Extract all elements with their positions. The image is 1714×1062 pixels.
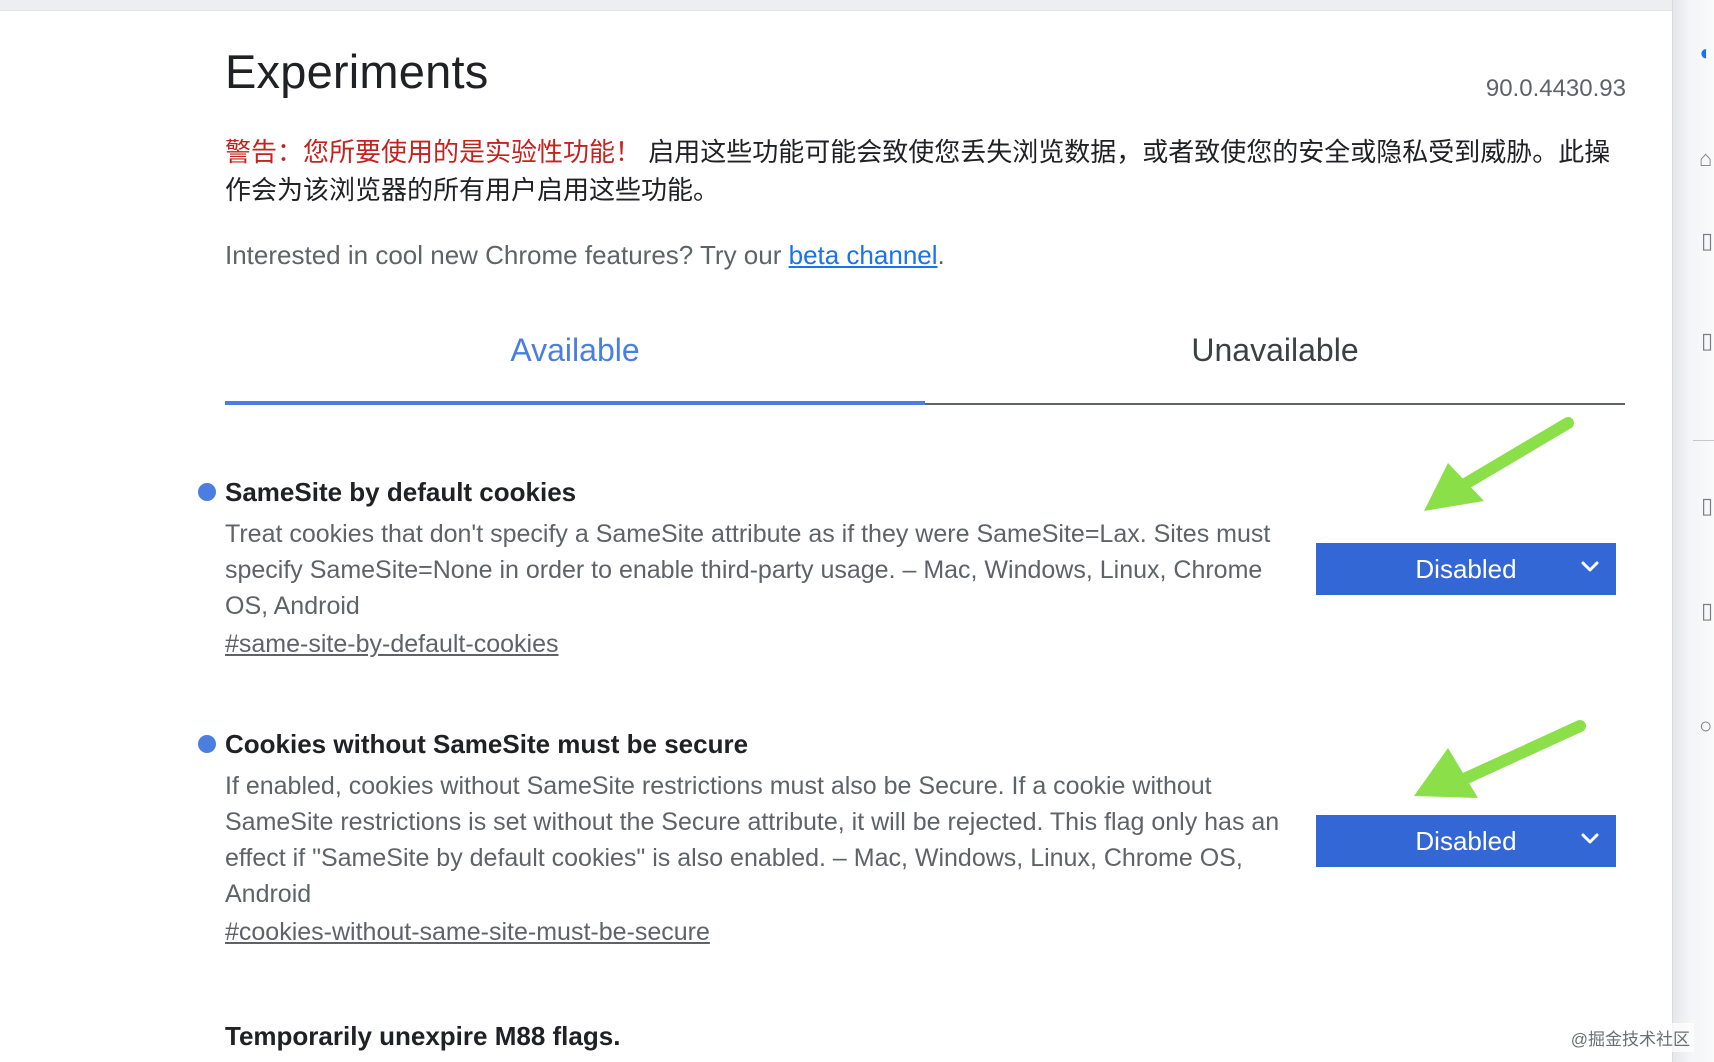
warning-highlight: 警告：您所要使用的是实验性功能！ [225,137,642,167]
browser-top-strip [0,0,1672,11]
page-title: Experiments [225,45,489,98]
tab-active-indicator [225,401,925,405]
clipboard-icon[interactable]: ▯ [1701,600,1713,622]
flag-state-select[interactable]: Disabled [1316,543,1616,595]
flag-item: Temporarily unexpire M88 flags. [225,1018,1625,1054]
flag-state-select[interactable]: Disabled [1316,815,1616,867]
flag-description: If enabled, cookies without SameSite res… [225,772,1280,908]
version-label: 90.0.4430.93 [1485,75,1626,102]
tab-unavailable[interactable]: Unavailable [925,300,1625,400]
chevron-down-icon [1581,833,1599,844]
promo-text: Interested in cool new Chrome features? … [225,240,789,270]
side-panel: ◖ ⌂ ▯ ▯ ▯ ▯ ○ [1672,0,1714,1062]
tab-available[interactable]: Available [225,300,925,400]
flag-title: Temporarily unexpire M88 flags. [225,1021,621,1051]
blue-dot-icon [198,483,216,501]
blue-dot-icon [198,735,216,753]
file-icon[interactable]: ▯ [1701,495,1713,517]
green-arrow-icon [1414,720,1586,798]
document-icon[interactable]: ▯ [1701,230,1713,252]
beta-promo: Interested in cool new Chrome features? … [225,240,945,271]
warning-message: 警告：您所要使用的是实验性功能！ 启用这些功能可能会致使您丢失浏览数据，或者致使… [225,133,1625,209]
chevron-down-icon [1581,561,1599,572]
select-value: Disabled [1415,553,1517,584]
chat-icon[interactable]: ◖ [1697,42,1710,64]
copy-icon[interactable]: ▯ [1701,330,1713,352]
flag-link[interactable]: #same-site-by-default-cookies [225,630,558,659]
tabs: Available Unavailable [225,300,1625,406]
green-arrow-icon [1424,417,1574,511]
watermark: @掘金技术社区 [1566,1023,1694,1052]
lock-icon[interactable]: ⌂ [1699,148,1712,170]
flag-link[interactable]: #cookies-without-same-site-must-be-secur… [225,918,710,947]
flag-description: Treat cookies that don't specify a SameS… [225,520,1271,620]
side-divider [1693,440,1714,441]
promo-suffix: . [937,240,945,270]
select-value: Disabled [1415,825,1517,856]
search-icon[interactable]: ○ [1699,715,1712,737]
beta-channel-link[interactable]: beta channel [789,240,938,270]
